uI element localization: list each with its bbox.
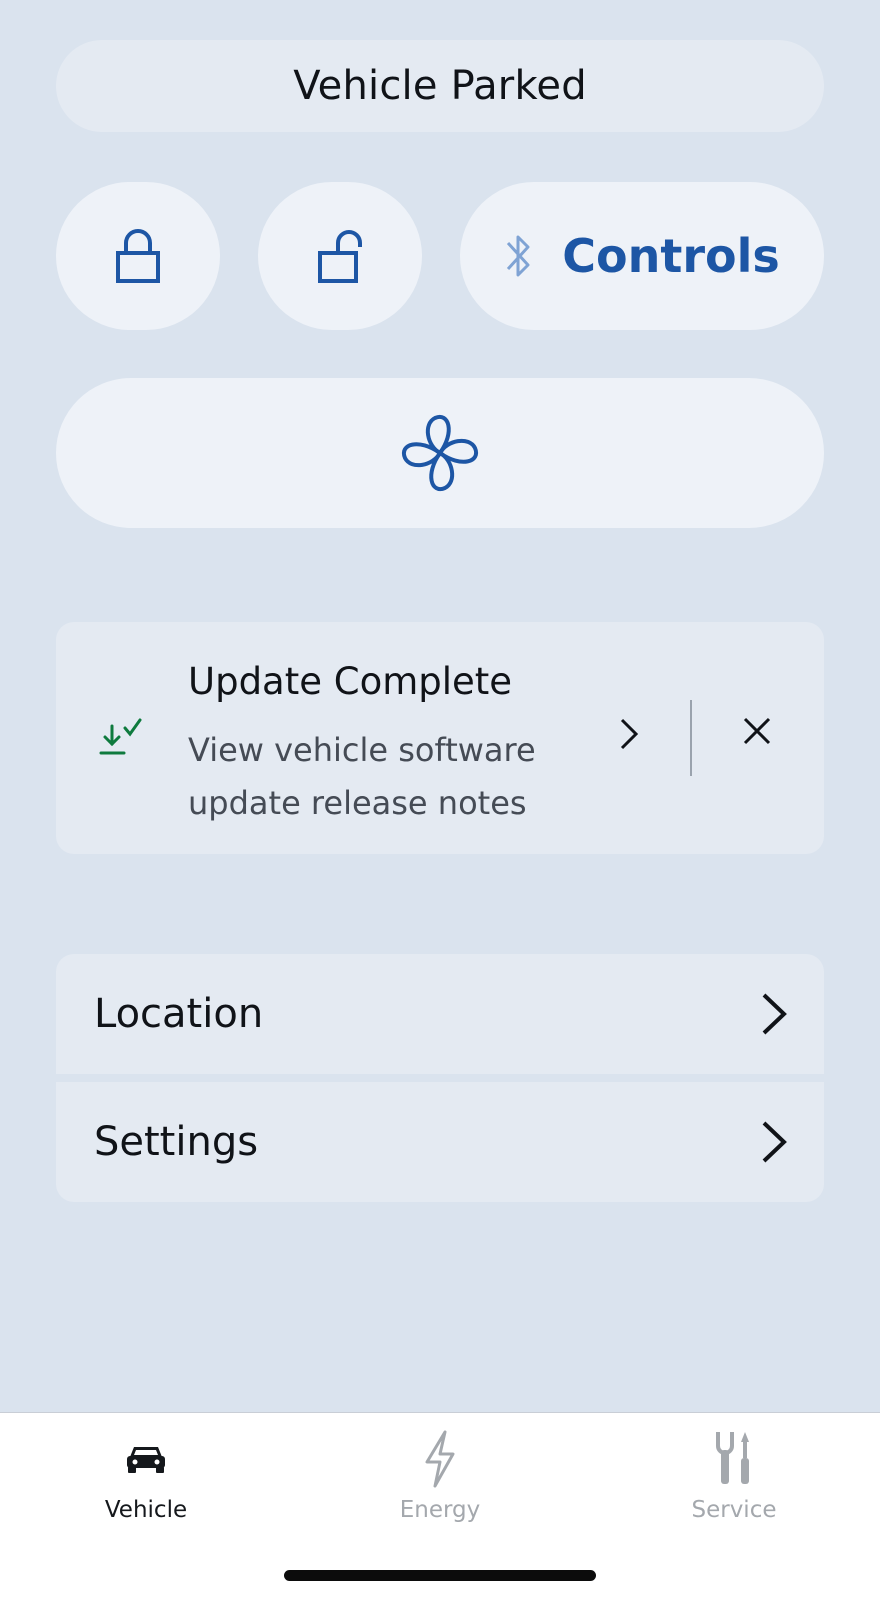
chevron-right-icon — [762, 993, 787, 1035]
bluetooth-icon — [507, 235, 530, 277]
close-icon[interactable] — [740, 714, 774, 748]
location-label: Location — [94, 991, 264, 1037]
tab-energy[interactable]: Energy — [340, 1427, 540, 1535]
chevron-right-icon[interactable] — [614, 714, 644, 754]
controls-label: Controls — [562, 229, 780, 283]
controls-button[interactable]: Controls — [460, 182, 824, 330]
update-card: Update Complete View vehicle software up… — [56, 622, 824, 854]
vehicle-menu: Location Settings — [56, 954, 824, 1202]
update-title: Update Complete — [188, 660, 513, 703]
tab-energy-label: Energy — [399, 1497, 481, 1523]
tab-service[interactable]: Service — [634, 1427, 834, 1535]
tab-vehicle[interactable]: Vehicle — [46, 1427, 246, 1535]
download-check-icon — [99, 718, 142, 755]
home-indicator — [284, 1570, 596, 1581]
climate-button[interactable] — [56, 378, 824, 528]
settings-label: Settings — [94, 1119, 259, 1165]
tab-vehicle-label: Vehicle — [104, 1497, 188, 1523]
update-description: View vehicle software update release not… — [188, 731, 536, 822]
fan-icon — [401, 414, 479, 492]
lock-icon — [116, 229, 160, 283]
unlock-button[interactable] — [258, 182, 422, 330]
unlock-icon — [318, 230, 362, 283]
settings-row[interactable]: Settings — [56, 1082, 824, 1202]
car-icon — [127, 1447, 165, 1473]
lock-button[interactable] — [56, 182, 220, 330]
tab-service-label: Service — [691, 1497, 777, 1523]
divider — [690, 700, 692, 776]
lightning-icon — [425, 1430, 455, 1488]
vehicle-status-text: Vehicle Parked — [293, 63, 587, 109]
chevron-right-icon — [762, 1121, 787, 1163]
vehicle-status: Vehicle Parked — [56, 40, 824, 132]
tools-icon — [716, 1432, 749, 1484]
location-row[interactable]: Location — [56, 954, 824, 1074]
